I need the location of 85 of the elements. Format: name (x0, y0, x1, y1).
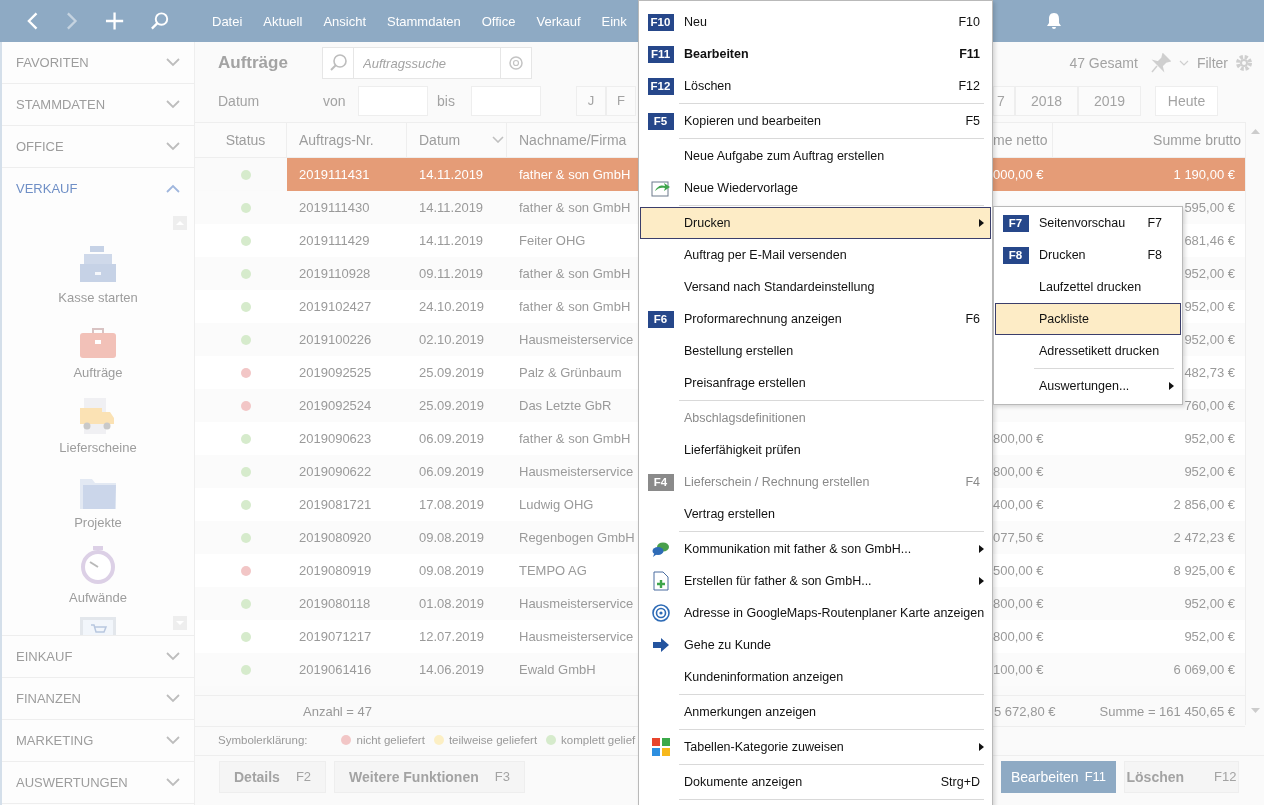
table-cell: 2 856,00 € (1173, 497, 1235, 512)
date-label: Datum (218, 92, 261, 109)
table-cell: 800,00 € (993, 464, 1044, 479)
table-cell: Palz & Grünbaum (519, 365, 622, 380)
table-cell: Das Letzte GbR (519, 398, 612, 413)
table-cell: 2019110928 (299, 266, 371, 281)
table-cell: 6 069,00 € (1173, 662, 1235, 677)
legend-text: komplett gelief (561, 734, 636, 746)
page-title: Aufträge (218, 53, 289, 73)
table-cell: 952,00 € (1184, 431, 1235, 446)
table-cell: 06.09.2019 (419, 464, 485, 479)
table-cell: TEMPO AG (519, 563, 587, 578)
table-cell: 800,00 € (993, 629, 1044, 644)
table-cell: 2019100226 (299, 332, 372, 347)
netto-sum: 5 672,80 € (994, 703, 1056, 719)
table-cell: father & son GmbH (519, 299, 631, 314)
table-cell: 2019080919 (299, 563, 372, 578)
table-cell: 09.08.2019 (419, 563, 485, 578)
table-cell: 1 190,00 € (1173, 167, 1235, 182)
table-cell: 681,46 € (1184, 233, 1235, 248)
table-cell: 06.09.2019 (419, 431, 485, 446)
table-cell: 482,73 € (1184, 365, 1235, 380)
table-cell: father & son GmbH (519, 266, 631, 281)
table-cell: 2019081721 (299, 497, 372, 512)
table-cell: 25.09.2019 (419, 398, 485, 413)
table-cell: 952,00 € (1184, 332, 1235, 347)
table-cell: 2019061416 (299, 662, 372, 677)
table-cell: 800,00 € (993, 596, 1044, 611)
legend-text: teilweise geliefert (448, 734, 538, 746)
table-cell: Ludwig OHG (519, 497, 594, 512)
table-cell: Regenbogen GmbH (519, 530, 635, 545)
table-cell: father & son GmbH (519, 200, 631, 215)
table-cell: 800,00 € (993, 431, 1044, 446)
table-cell: 2019080118 (299, 596, 371, 611)
table-cell: 952,00 € (1184, 629, 1235, 644)
table-cell: 02.10.2019 (419, 332, 485, 347)
table-cell: 01.08.2019 (419, 596, 485, 611)
table-cell: 14.06.2019 (419, 662, 485, 677)
table-cell: 09.11.2019 (419, 266, 484, 281)
table-cell: 12.07.2019 (419, 629, 485, 644)
table-cell: Ewald GmbH (519, 662, 596, 677)
table-cell: 500,00 € (993, 563, 1044, 578)
table-cell: 17.08.2019 (419, 497, 485, 512)
table-cell: 14.11.2019 (419, 167, 484, 182)
table-cell: 100,00 € (993, 662, 1044, 677)
table-cell: 14.11.2019 (419, 200, 484, 215)
table-cell: 14.11.2019 (419, 233, 484, 248)
table-cell: 2019071217 (299, 629, 372, 644)
table-cell: 2019090622 (299, 464, 372, 479)
table-cell: 952,00 € (1184, 299, 1235, 314)
table-cell: 077,50 € (993, 530, 1044, 545)
table-cell: 595,00 € (1184, 200, 1235, 215)
table-cell: Feiter OHG (519, 233, 586, 248)
table-cell: father & son GmbH (519, 167, 631, 182)
table-cell: 2019092525 (299, 365, 372, 380)
table-cell: Hausmeisterservice (519, 332, 634, 347)
brutto-sum: Summe = 161 450,65 € (1099, 703, 1235, 719)
table-cell: 2019090623 (299, 431, 372, 446)
total-count: 47 Gesamt (1069, 55, 1138, 71)
table-cell: 952,00 € (1184, 596, 1235, 611)
table-cell: 2 472,23 € (1173, 530, 1235, 545)
table-cell: 2019111431 (299, 167, 370, 182)
table-cell: Hausmeisterservice (519, 596, 634, 611)
table-cell: 09.08.2019 (419, 530, 485, 545)
table-cell: 2019092524 (299, 398, 372, 413)
table-cell: 952,00 € (1184, 266, 1235, 281)
legend-text: nicht geliefert (356, 734, 425, 746)
table-cell: 2019111430 (299, 200, 370, 215)
table-cell: 25.09.2019 (419, 365, 485, 380)
table-cell: 400,00 € (993, 497, 1044, 512)
row-count: Anzahl = 47 (303, 703, 373, 719)
table-cell: 2019080920 (299, 530, 372, 545)
table-cell: father & son GmbH (519, 431, 631, 446)
table-cell: Hausmeisterservice (519, 464, 634, 479)
table-cell: 952,00 € (1184, 464, 1235, 479)
table-cell: 24.10.2019 (419, 299, 485, 314)
table-cell: 2019102427 (299, 299, 372, 314)
legend-label: Symbolerklärung: (218, 734, 308, 746)
table-cell: 8 925,00 € (1173, 563, 1235, 578)
table-cell: 760,00 € (1184, 398, 1235, 413)
to-label: bis (436, 92, 456, 109)
table-cell: 000,00 € (993, 167, 1044, 182)
table-cell: 2019111429 (299, 233, 370, 248)
from-label: von (323, 92, 347, 109)
table-cell: Hausmeisterservice (519, 629, 634, 644)
